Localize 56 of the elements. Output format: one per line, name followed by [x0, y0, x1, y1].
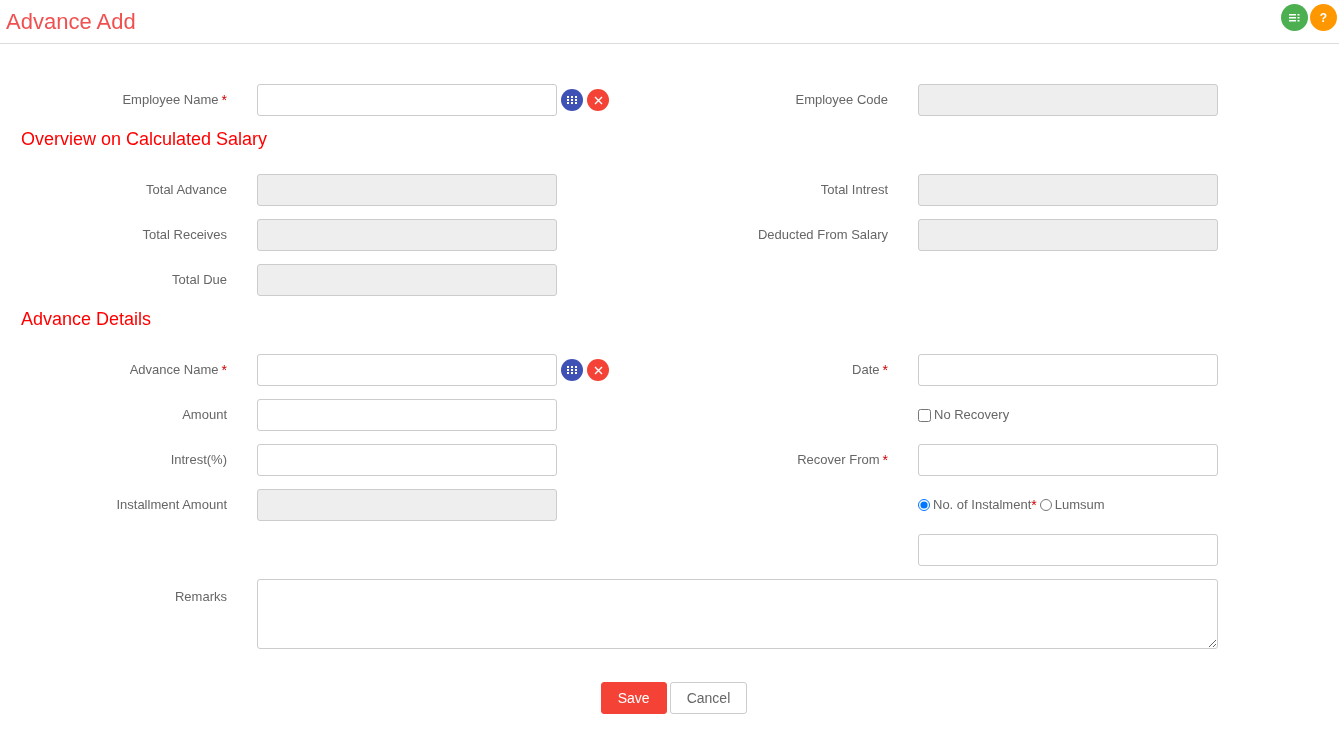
input-field[interactable]: [257, 84, 557, 116]
grid-icon: [567, 96, 577, 104]
radio-button[interactable]: [1039, 499, 1052, 511]
input-field[interactable]: [257, 174, 557, 206]
field-label: Employee Name: [122, 91, 219, 110]
input-field[interactable]: [257, 354, 557, 386]
grid-button[interactable]: [561, 89, 583, 111]
field-label: Remarks: [175, 588, 227, 606]
field-label: Deducted From Salary: [757, 226, 888, 245]
input-field[interactable]: [918, 84, 1218, 116]
radio-button[interactable]: [918, 499, 930, 511]
required-asterisk: *: [221, 360, 227, 380]
grid-icon: [567, 366, 577, 374]
field-label: Date: [852, 361, 880, 380]
close-icon: [593, 95, 603, 105]
input-field[interactable]: [918, 174, 1218, 206]
input-field[interactable]: [257, 444, 557, 476]
cancel-button[interactable]: Cancel: [669, 682, 748, 714]
checkbox-label: No Recovery: [934, 406, 1010, 425]
input-field[interactable]: [918, 444, 1218, 476]
radio-label: Lumsum: [1054, 496, 1105, 515]
checkbox[interactable]: [918, 408, 931, 422]
input-field[interactable]: [257, 219, 557, 251]
field-label: Advance Name: [129, 361, 219, 380]
list-icon: [1289, 13, 1300, 22]
field-label: Employee Code: [795, 91, 888, 110]
input-field[interactable]: [918, 354, 1218, 386]
input-field[interactable]: [918, 219, 1218, 251]
grid-button[interactable]: [561, 359, 583, 381]
help-button[interactable]: ?: [1310, 4, 1337, 31]
field-label: Intrest(%): [170, 451, 227, 470]
page-title: Advance Add: [6, 10, 136, 33]
field-label: Recover From: [797, 451, 880, 470]
close-icon: [593, 365, 603, 375]
field-label: Total Intrest: [820, 181, 888, 200]
list-button[interactable]: [1281, 4, 1308, 31]
field-label: Total Due: [172, 271, 227, 290]
required-asterisk: *: [1031, 495, 1037, 515]
field-label: Installment Amount: [116, 496, 227, 515]
required-asterisk: *: [221, 90, 227, 110]
clear-button[interactable]: [587, 89, 609, 111]
input-field[interactable]: [918, 534, 1218, 566]
radio-label: No. of Instalment: [933, 496, 1032, 515]
save-button[interactable]: Save: [600, 682, 667, 714]
field-label: Amount: [182, 406, 227, 425]
input-field[interactable]: [257, 264, 557, 296]
clear-button[interactable]: [587, 359, 609, 381]
field-label: Total Receives: [142, 226, 227, 245]
section-heading: Overview on Calculated Salary: [20, 127, 269, 151]
required-asterisk: *: [882, 360, 888, 380]
input-field[interactable]: [257, 399, 557, 431]
required-asterisk: *: [882, 450, 888, 470]
input-field[interactable]: [257, 489, 557, 521]
section-heading: Advance Details: [20, 307, 153, 331]
field-label: Total Advance: [146, 181, 227, 200]
remarks-field[interactable]: [257, 579, 1218, 649]
